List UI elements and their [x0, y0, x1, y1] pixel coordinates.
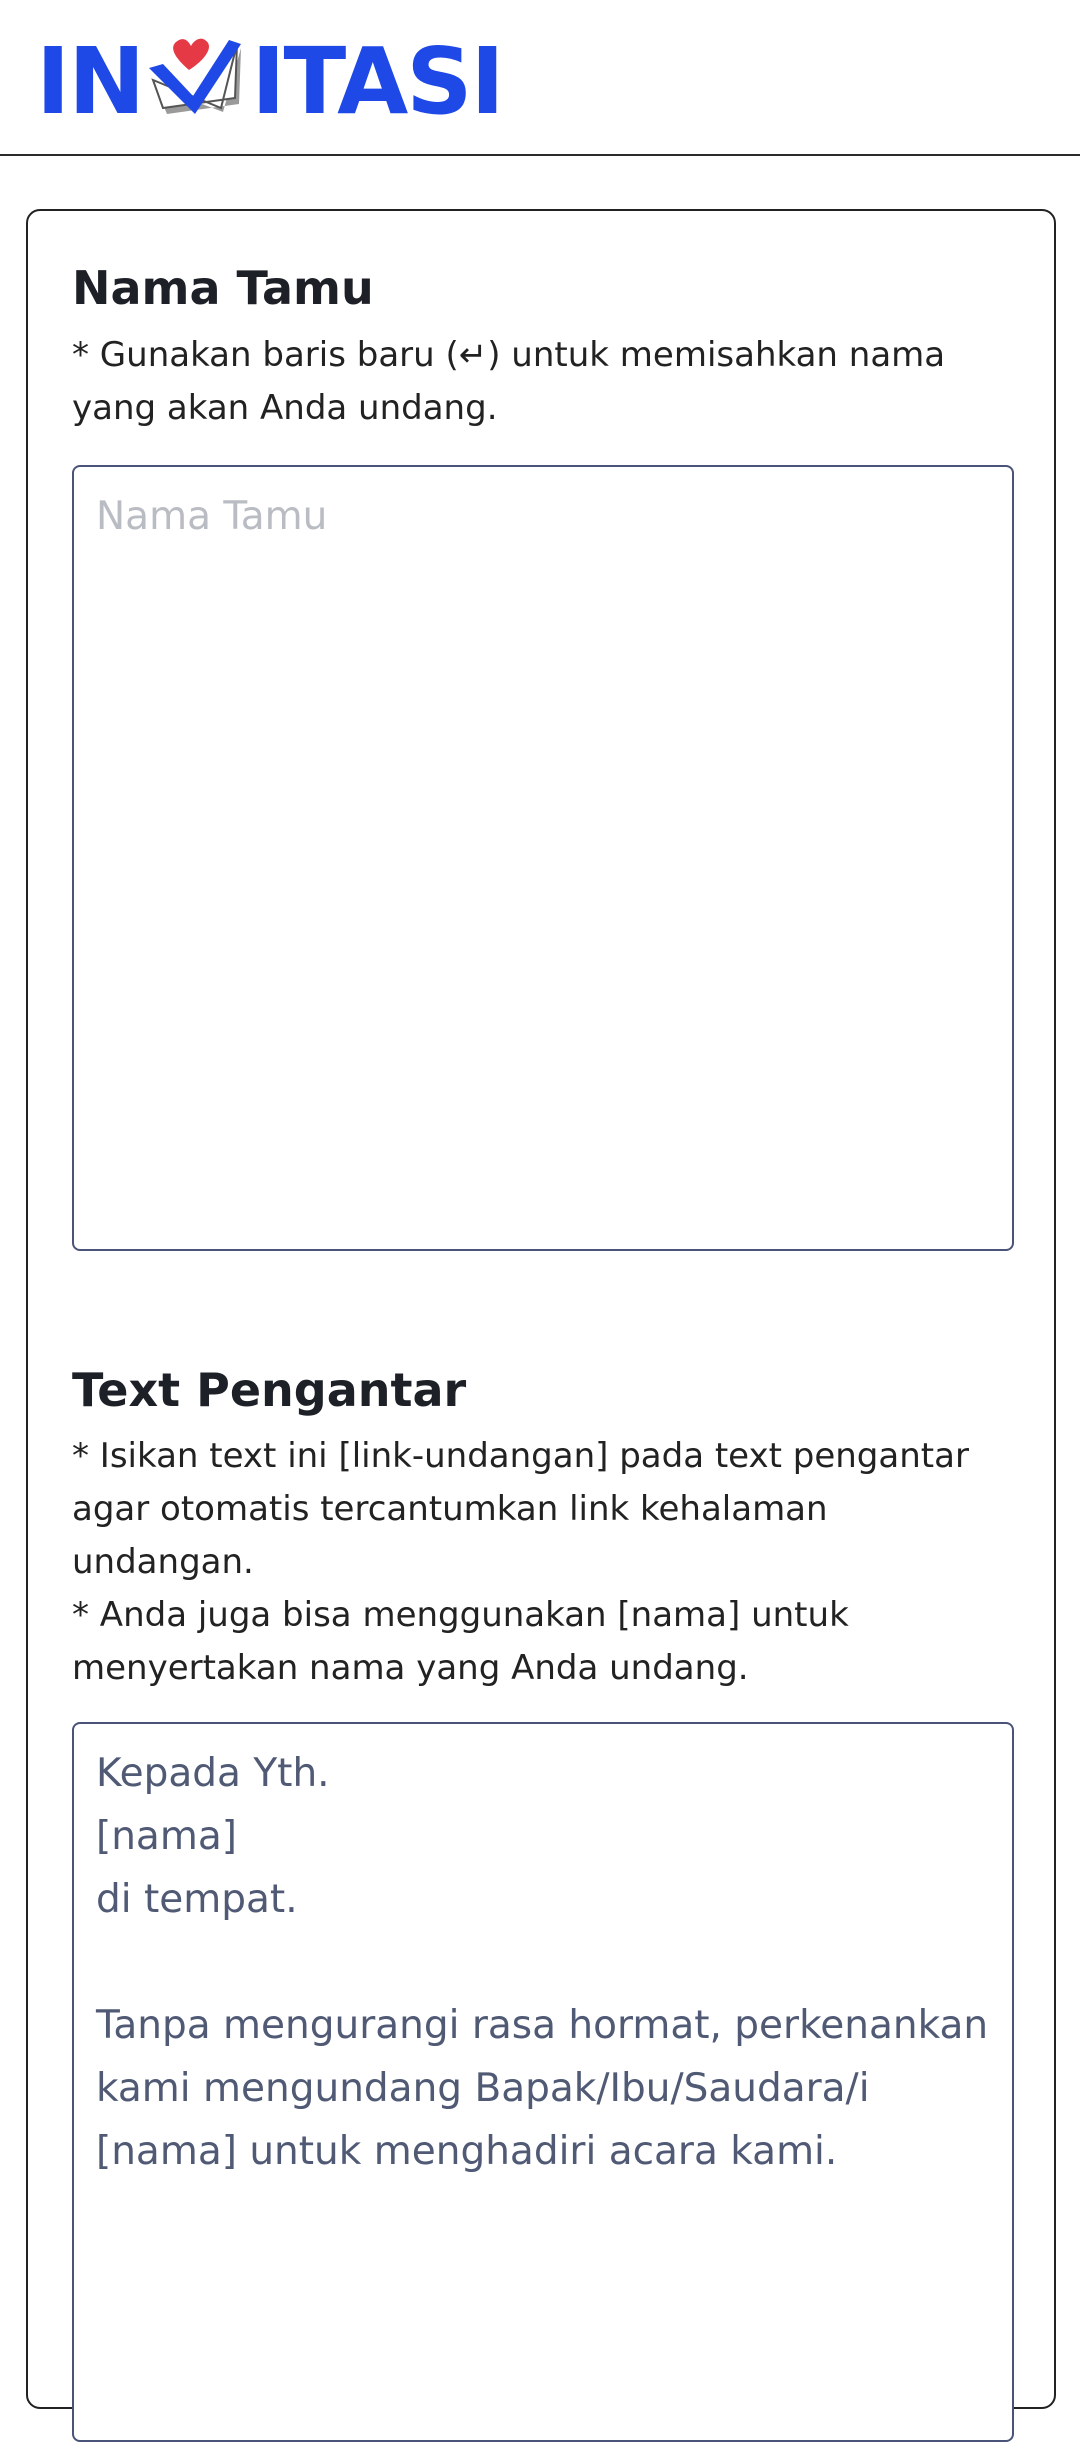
app-header: IN ITASI: [0, 0, 1080, 156]
logo-text-right: ITASI: [251, 28, 505, 135]
intro-text-hint-link: * Isikan text ini [link-undangan] pada t…: [72, 1436, 969, 1582]
guest-name-textarea[interactable]: [72, 465, 1014, 1251]
intro-text-textarea[interactable]: Kepada Yth. [nama] di tempat. Tanpa meng…: [72, 1722, 1014, 2442]
guest-name-hint: * Gunakan baris baru (↵) untuk memisahka…: [72, 335, 946, 428]
guest-name-title: Nama Tamu: [72, 261, 374, 315]
heart-envelope-icon: [145, 34, 249, 130]
intro-text-title: Text Pengantar: [72, 1363, 467, 1417]
form-card: Nama Tamu * Gunakan baris baru (↵) untuk…: [26, 209, 1056, 2442]
logo-text-left: IN: [36, 28, 145, 135]
intro-text-hint-name: * Anda juga bisa menggunakan [nama] untu…: [72, 1595, 849, 1688]
invitasi-logo[interactable]: IN ITASI: [36, 28, 505, 135]
